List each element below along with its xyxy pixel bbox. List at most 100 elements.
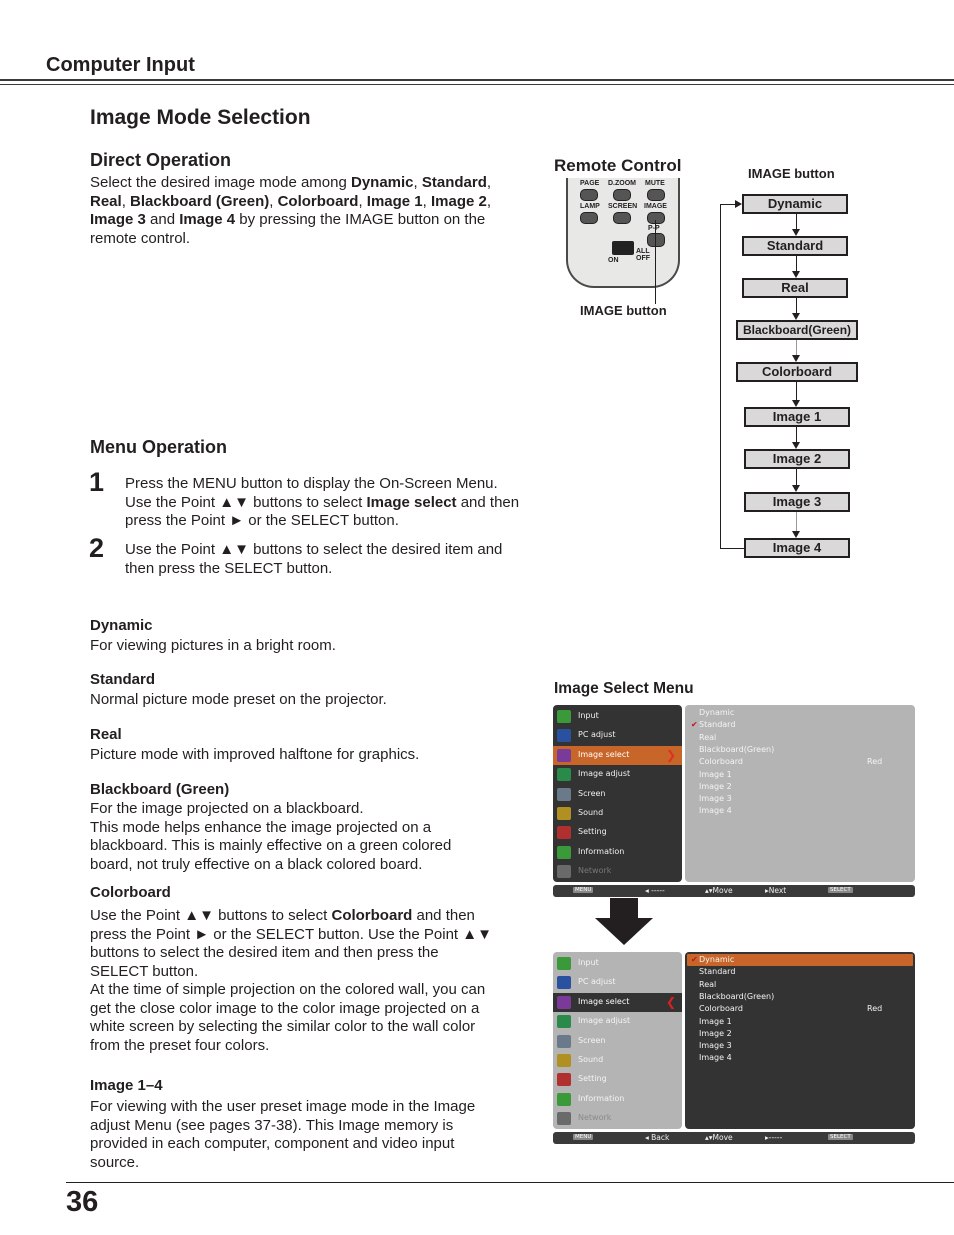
step-number-2: 2	[89, 533, 105, 563]
direct-text-segment: Image 3	[90, 211, 146, 228]
osd-option-image-2[interactable]: Image 2	[699, 782, 732, 791]
remote-label-image: IMAGE	[644, 203, 667, 210]
osd-status-bar: MENUExit ◂ Back ▴▾Move ▸----- SELECTSelect	[553, 1132, 915, 1144]
network-icon	[557, 1112, 571, 1126]
header-rule-thin	[0, 84, 954, 85]
osd-menu-item-pc-adjust[interactable]: PC adjust	[553, 973, 682, 992]
osd-option-image-4[interactable]: Image 4	[699, 1053, 732, 1062]
page-number: 36	[66, 1186, 99, 1218]
osd-option-image-3[interactable]: Image 3	[699, 1041, 732, 1050]
image-select-icon	[557, 995, 571, 1009]
osd-option-image-1[interactable]: Image 1	[699, 1017, 732, 1026]
remote-control-illustration: PAGE D.ZOOM MUTE LAMP SCREEN IMAGE P-P O…	[566, 178, 680, 288]
osd-screen-1: Input PC adjust Image select ❯ Image adjust S…	[553, 705, 915, 899]
direct-text-segment: Real	[90, 192, 122, 210]
pp-button	[647, 233, 665, 247]
osd-option-image-2[interactable]: Image 2	[699, 1029, 732, 1038]
osd-menu-item-setting[interactable]: Setting	[553, 1070, 682, 1089]
image-select-menu-heading: Image Select Menu	[554, 680, 694, 697]
network-icon	[557, 865, 571, 879]
osd-option-blackboard-green[interactable]: Blackboard(Green)	[699, 745, 774, 754]
direct-text-segment: Standard	[421, 174, 487, 191]
osd-menu-item-label: Information	[578, 1093, 625, 1103]
setting-icon	[557, 826, 571, 840]
flow-box-image-1: Image 1	[744, 407, 850, 427]
bar-next: ▸Next	[765, 886, 787, 895]
osd-menu-item-label: Image adjust	[578, 1016, 631, 1026]
osd-option-dynamic[interactable]: Dynamic	[699, 708, 734, 717]
osd-menu-item-label: Input	[578, 958, 599, 967]
desc-text-image14: For viewing with the user preset image m…	[90, 1098, 476, 1171]
flow-loop-arrow-icon	[735, 200, 742, 208]
osd-menu-item-information[interactable]: Information	[553, 843, 682, 862]
osd-screen-2: Input PC adjust Image select ❮ Image adjust S…	[553, 952, 915, 1146]
direct-text-segment: Image 2	[431, 192, 487, 210]
direct-text-segment: Blackboard (Green)	[130, 192, 270, 210]
desc-title-image14: Image 1–4	[90, 1077, 163, 1094]
colorboard-segment: and then press the Point ► or the SELECT…	[90, 907, 492, 1054]
image-select-icon	[557, 748, 571, 762]
remote-label-pp: P-P	[648, 225, 660, 232]
osd-option-image-1[interactable]: Image 1	[699, 770, 732, 779]
osd-menu-item-label: PC adjust	[578, 730, 616, 740]
flow-arrow-icon	[792, 313, 800, 320]
osd-option-real[interactable]: Real	[699, 980, 716, 989]
remote-image-button-label: IMAGE button	[580, 303, 667, 318]
desc-text-colorboard: Use the Point ▲▼ buttons to select Color…	[90, 907, 500, 1055]
flow-loop-vertical	[720, 204, 721, 549]
osd-option-image-3[interactable]: Image 3	[699, 794, 732, 803]
desc-text-standard: Normal picture mode preset on the projec…	[90, 691, 387, 708]
flow-box-blackboard-green: Blackboard(Green)	[736, 320, 858, 340]
osd-menu-item-label: PC adjust	[578, 977, 616, 987]
osd-option-real[interactable]: Real	[699, 733, 716, 742]
osd-menu-item-network[interactable]: Network	[553, 1109, 682, 1128]
chevron-right-icon: ❯	[665, 747, 676, 762]
flow-box-standard: Standard	[742, 236, 848, 256]
osd-submenu: Dynamic ✔ Standard Real Blackboard(Green) Col…	[685, 952, 915, 1129]
osd-option-blackboard-green[interactable]: Blackboard(Green)	[699, 992, 774, 1001]
flow-arrow-icon	[792, 355, 800, 362]
pc-adjust-icon	[557, 729, 571, 743]
osd-menu-item-input[interactable]: Input	[553, 707, 682, 726]
osd-menu-item-input[interactable]: Input	[553, 954, 682, 973]
osd-menu-item-pc-adjust[interactable]: PC adjust	[553, 726, 682, 745]
osd-option-colorboard[interactable]: Colorboard	[699, 1004, 743, 1013]
down-arrow-icon	[593, 898, 655, 946]
osd-option-standard[interactable]: Standard	[699, 720, 735, 729]
flow-connector	[796, 382, 797, 401]
osd-menu-item-image-select[interactable]: Image select ❮	[553, 992, 682, 1012]
direct-text-segment: ,	[413, 174, 422, 191]
power-switch	[612, 241, 634, 255]
screen-icon	[557, 1034, 571, 1048]
direct-text-segment: Image 1	[366, 192, 423, 210]
page-button	[580, 189, 598, 201]
osd-menu-item-network[interactable]: Network	[553, 862, 682, 881]
osd-menu-item-sound[interactable]: Sound	[553, 804, 682, 823]
osd-menu-item-image-adjust[interactable]: Image adjust	[553, 1012, 682, 1031]
osd-option-standard[interactable]: Standard	[699, 967, 735, 976]
flow-box-colorboard: Colorboard	[736, 362, 858, 382]
direct-text-segment: Select the desired image mode among	[90, 174, 351, 191]
osd-menu-item-image-adjust[interactable]: Image adjust	[553, 765, 682, 784]
osd-option-dynamic[interactable]: Dynamic	[699, 955, 734, 964]
desc-title-dynamic: Dynamic	[90, 617, 153, 634]
switch-label-on: ON	[608, 257, 619, 264]
osd-menu-item-setting[interactable]: Setting	[553, 823, 682, 842]
flow-box-image-3: Image 3	[744, 492, 850, 512]
osd-menu-item-information[interactable]: Information	[553, 1090, 682, 1109]
osd-submenu: Dynamic Standard ✔ Real Blackboard(Green) Col…	[685, 705, 915, 882]
osd-option-image-4[interactable]: Image 4	[699, 806, 732, 815]
osd-menu-item-screen[interactable]: Screen	[553, 785, 682, 804]
flow-connector	[796, 214, 797, 230]
osd-menu-item-label: Image select	[578, 749, 630, 759]
step-number-1: 1	[89, 467, 105, 497]
osd-menu-item-label: Screen	[578, 788, 606, 798]
flow-arrow-icon	[792, 485, 800, 492]
page-title: Image Mode Selection	[90, 106, 311, 129]
remote-label-page: PAGE	[580, 180, 600, 187]
osd-option-colorboard[interactable]: Colorboard	[699, 757, 743, 766]
osd-menu-item-image-select[interactable]: Image select ❯	[553, 745, 682, 765]
osd-menu-item-screen[interactable]: Screen	[553, 1032, 682, 1051]
osd-menu-item-sound[interactable]: Sound	[553, 1051, 682, 1070]
bar-move: ▴▾Move	[705, 1133, 733, 1142]
